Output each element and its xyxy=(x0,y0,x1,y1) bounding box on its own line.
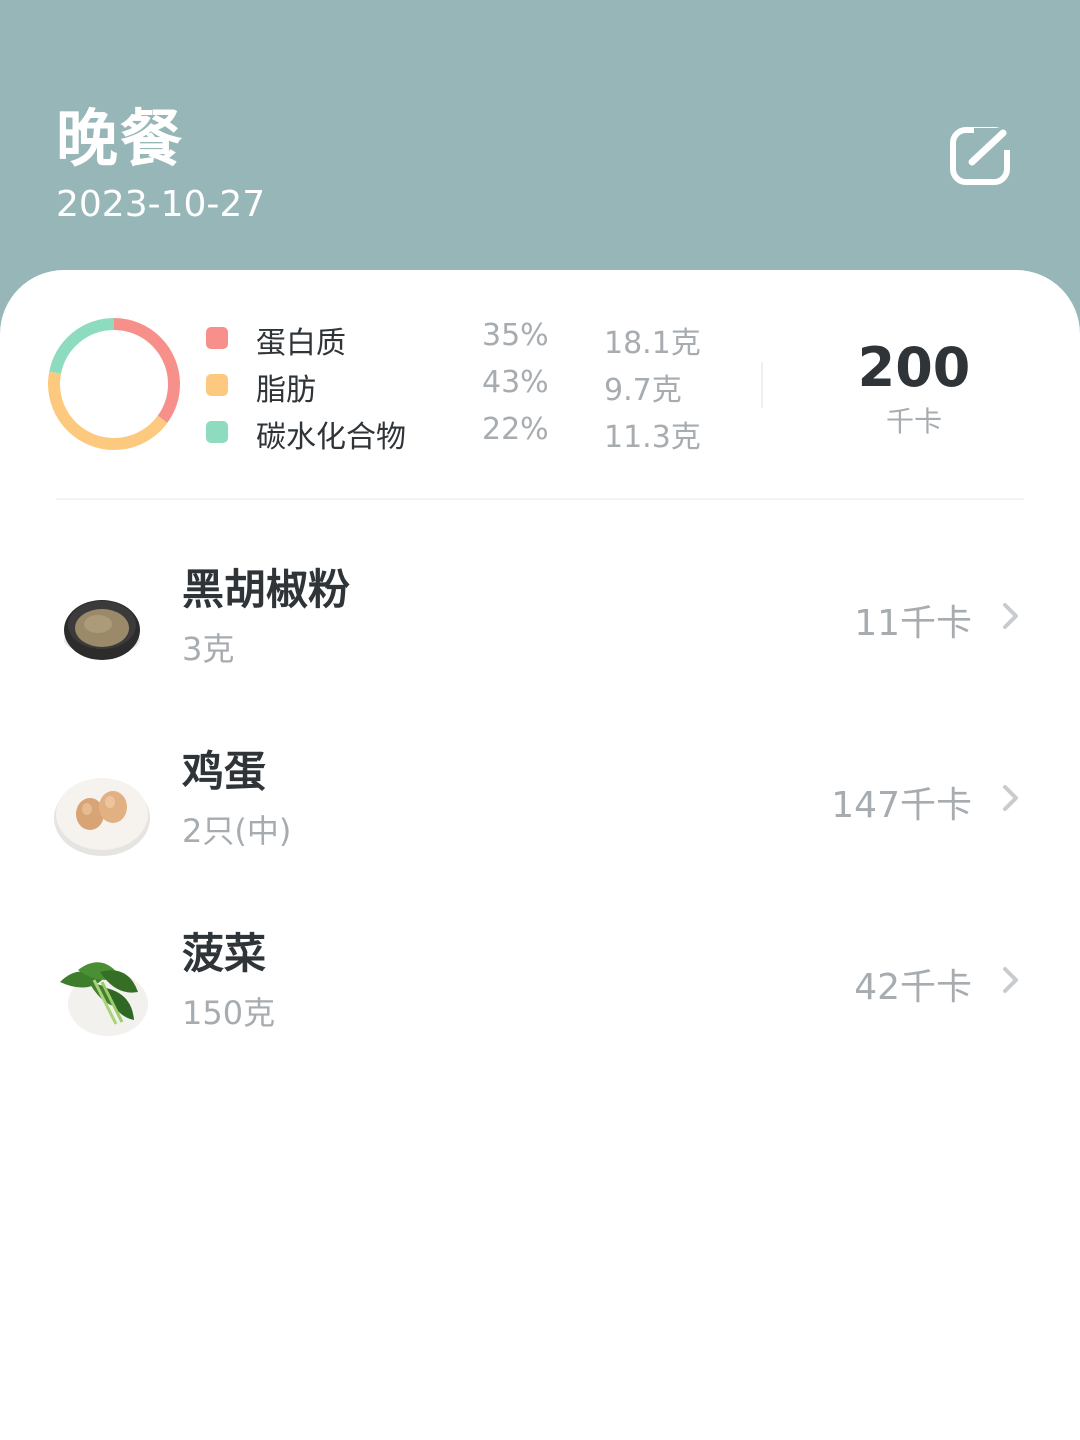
food-kcal: 147千卡 xyxy=(831,785,972,826)
section-divider xyxy=(56,498,1024,500)
fat-swatch xyxy=(206,374,228,396)
food-amount: 2只(中) xyxy=(182,812,292,850)
header: 晚餐 2023-10-27 xyxy=(0,0,1080,290)
edit-icon xyxy=(950,127,1014,185)
carbs-swatch xyxy=(206,421,228,443)
food-name: 黑胡椒粉 xyxy=(182,565,351,614)
macro-donut-chart xyxy=(48,318,180,450)
meal-date: 2023-10-27 xyxy=(56,184,266,225)
black-pepper-bowl-icon xyxy=(64,600,140,660)
food-name: 鸡蛋 xyxy=(182,747,267,796)
spinach-plate-icon xyxy=(60,962,148,1036)
macro-row-carbs: 碳水化合物 22% 11.3克 xyxy=(206,412,746,455)
macro-name: 碳水化合物 xyxy=(256,420,406,455)
macro-grams: 9.7克 xyxy=(604,373,682,408)
macro-row-fat: 脂肪 43% 9.7克 xyxy=(206,365,746,408)
food-item-black-pepper[interactable]: 黑胡椒粉 3克 11千卡 xyxy=(0,556,1080,706)
food-amount: 3克 xyxy=(182,630,235,668)
food-name: 菠菜 xyxy=(182,929,267,978)
total-kcal: 200 xyxy=(857,336,971,399)
macro-percent: 22% xyxy=(482,412,549,447)
page-title: 晚餐 xyxy=(56,102,185,175)
food-kcal: 42千卡 xyxy=(854,967,972,1008)
macro-grams: 18.1克 xyxy=(604,326,701,361)
chevron-right-icon xyxy=(1003,603,1018,629)
macro-name: 脂肪 xyxy=(256,373,316,408)
macro-percent: 43% xyxy=(482,365,549,400)
food-item-egg[interactable]: 鸡蛋 2只(中) 147千卡 xyxy=(0,738,1080,888)
macro-grams: 11.3克 xyxy=(604,420,701,455)
macro-percent: 35% xyxy=(482,318,549,353)
chevron-right-icon xyxy=(1003,967,1018,993)
chevron-right-icon xyxy=(1003,785,1018,811)
total-kcal-unit: 千卡 xyxy=(885,405,942,438)
eggs-plate-icon xyxy=(54,778,150,856)
food-kcal: 11千卡 xyxy=(854,603,972,644)
summary-divider xyxy=(761,362,763,408)
food-amount: 150克 xyxy=(182,994,276,1032)
macro-row-protein: 蛋白质 35% 18.1克 xyxy=(206,318,746,361)
macro-name: 蛋白质 xyxy=(256,326,346,361)
edit-button[interactable] xyxy=(944,120,1018,194)
food-item-spinach[interactable]: 菠菜 150克 42千卡 xyxy=(0,920,1080,1070)
protein-swatch xyxy=(206,327,228,349)
